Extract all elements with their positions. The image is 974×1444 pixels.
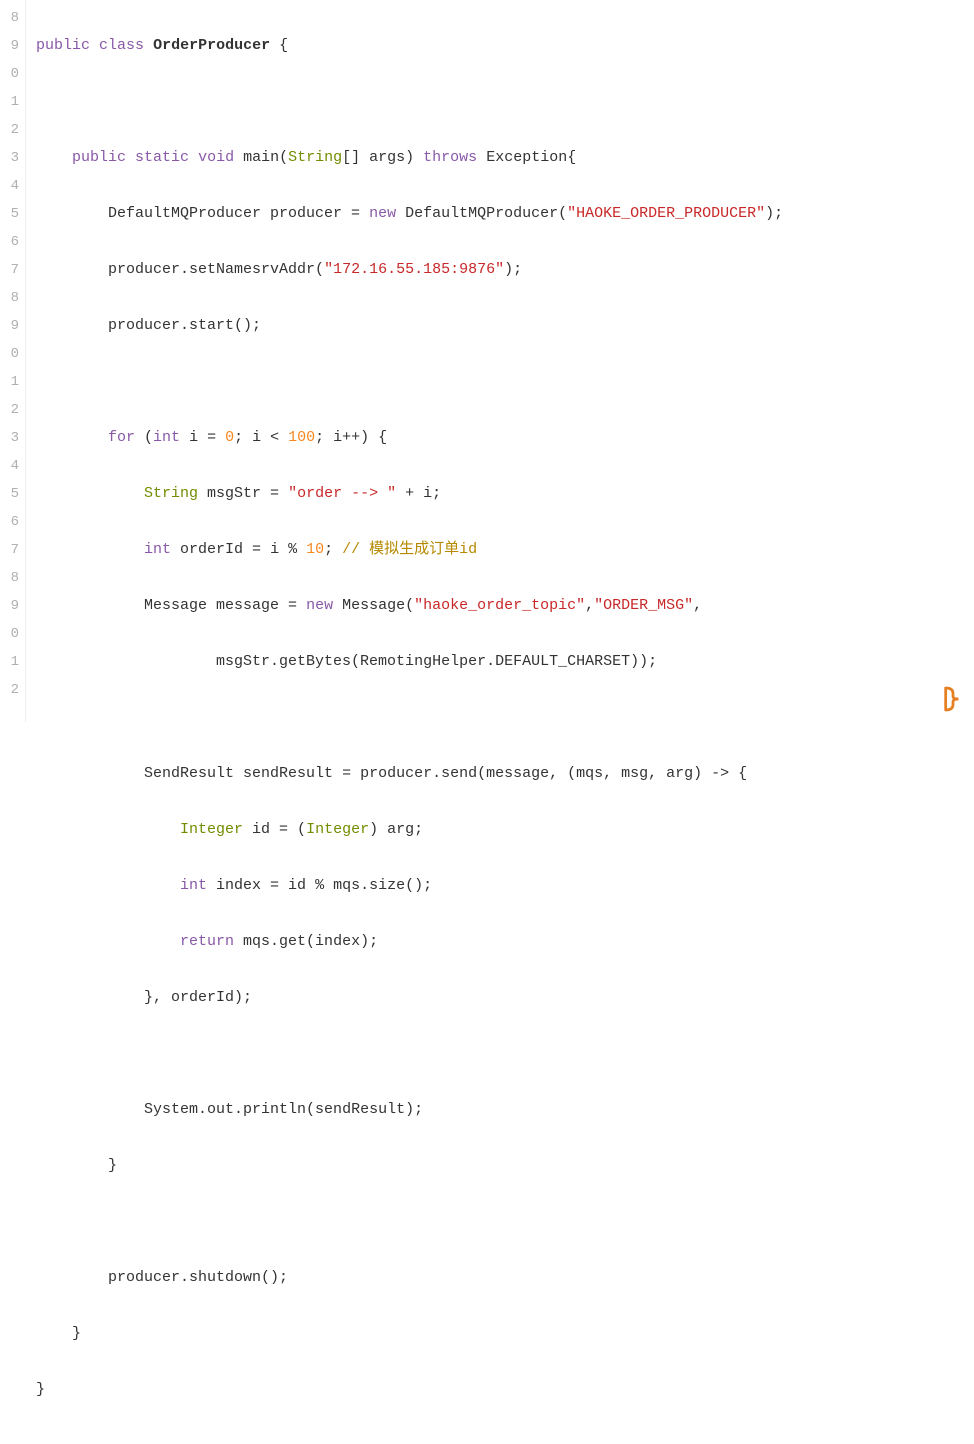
line-number-gutter: 8 9 0 1 2 3 4 5 6 7 8 9 0 1 2 3 4 5 6 7 … xyxy=(0,0,26,722)
line-number: 1 xyxy=(0,88,19,116)
code-line: producer.setNamesrvAddr("172.16.55.185:9… xyxy=(36,256,974,284)
line-number: 4 xyxy=(0,452,19,480)
code-line: int orderId = i % 10; // 模拟生成订单id xyxy=(36,536,974,564)
code-line: return mqs.get(index); xyxy=(36,928,974,956)
code-line: } xyxy=(36,1152,974,1180)
line-number: 3 xyxy=(0,144,19,172)
code-line: String msgStr = "order --> " + i; xyxy=(36,480,974,508)
line-number: 9 xyxy=(0,32,19,60)
line-number: 0 xyxy=(0,60,19,88)
code-line: producer.shutdown(); xyxy=(36,1264,974,1292)
line-number: 2 xyxy=(0,116,19,144)
line-number: 9 xyxy=(0,592,19,620)
line-number: 1 xyxy=(0,648,19,676)
line-number: 2 xyxy=(0,676,19,704)
line-number: 9 xyxy=(0,312,19,340)
code-line: }, orderId); xyxy=(36,984,974,1012)
line-number: 7 xyxy=(0,536,19,564)
code-line: producer.start(); xyxy=(36,312,974,340)
code-line: msgStr.getBytes(RemotingHelper.DEFAULT_C… xyxy=(36,648,974,676)
code-line xyxy=(36,88,974,116)
line-number: 8 xyxy=(0,564,19,592)
line-number: 7 xyxy=(0,256,19,284)
cursor-icon xyxy=(942,686,964,712)
code-line xyxy=(36,368,974,396)
code-line: for (int i = 0; i < 100; i++) { xyxy=(36,424,974,452)
code-line: DefaultMQProducer producer = new Default… xyxy=(36,200,974,228)
code-line: Message message = new Message("haoke_ord… xyxy=(36,592,974,620)
code-line: System.out.println(sendResult); xyxy=(36,1096,974,1124)
code-line: } xyxy=(36,1376,974,1404)
code-line: int index = id % mqs.size(); xyxy=(36,872,974,900)
line-number: 2 xyxy=(0,396,19,424)
code-line xyxy=(36,1208,974,1236)
code-editor[interactable]: public class OrderProducer { public stat… xyxy=(26,0,974,722)
line-number: 5 xyxy=(0,480,19,508)
line-number: 6 xyxy=(0,508,19,536)
code-line: SendResult sendResult = producer.send(me… xyxy=(36,760,974,788)
line-number: 4 xyxy=(0,172,19,200)
code-line xyxy=(36,704,974,732)
line-number: 8 xyxy=(0,284,19,312)
line-number: 0 xyxy=(0,340,19,368)
line-number: 3 xyxy=(0,424,19,452)
line-number: 5 xyxy=(0,200,19,228)
code-line xyxy=(36,1040,974,1068)
line-number: 0 xyxy=(0,620,19,648)
line-number: 1 xyxy=(0,368,19,396)
code-line: public static void main(String[] args) t… xyxy=(36,144,974,172)
code-line: public class OrderProducer { xyxy=(36,32,974,60)
line-number: 8 xyxy=(0,4,19,32)
code-line: } xyxy=(36,1320,974,1348)
line-number: 6 xyxy=(0,228,19,256)
code-line: Integer id = (Integer) arg; xyxy=(36,816,974,844)
